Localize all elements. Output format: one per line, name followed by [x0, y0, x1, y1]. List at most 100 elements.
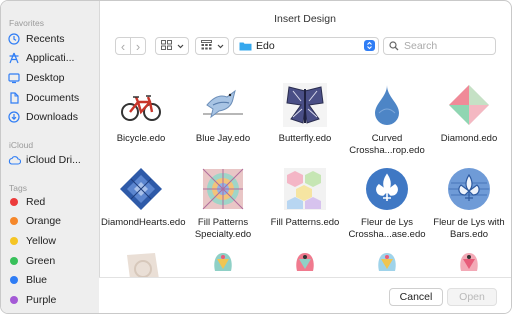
- sidebar-item-desktop[interactable]: Desktop: [7, 70, 97, 86]
- file-name: DiamondHearts.edo: [101, 217, 186, 228]
- tag-red[interactable]: Red: [7, 194, 97, 210]
- file-item[interactable]: Curved Crossha...rop.edo: [347, 83, 427, 156]
- file-name: Fleur de Lys with Bars.edo: [433, 217, 505, 240]
- design-thumbnail-icon: [127, 253, 159, 277]
- sidebar-item-label: Green: [26, 255, 56, 267]
- clock-icon: [7, 32, 21, 46]
- fleurdelys-crosshatch-thumbnail-icon: [366, 168, 408, 210]
- file-item[interactable]: Fill Patterns.edo: [265, 167, 345, 229]
- search-icon: [389, 41, 399, 51]
- group-icon: [200, 40, 212, 52]
- forward-button[interactable]: ›: [130, 37, 146, 55]
- curved-crosshatch-thumbnail-icon: [375, 85, 399, 125]
- tag-dot-icon: [10, 257, 18, 265]
- file-item[interactable]: [183, 249, 263, 277]
- sidebar-item-label: iCloud Dri...: [26, 154, 81, 166]
- file-item[interactable]: [101, 249, 181, 277]
- folder-icon: [239, 41, 252, 51]
- desktop-icon: [7, 71, 21, 85]
- location-label: Edo: [256, 40, 275, 52]
- tags-heading: Tags: [9, 183, 27, 193]
- sidebar: Favorites Recents Applicati... Desktop D…: [1, 1, 100, 313]
- file-name: Fleur de Lys Crossha...ase.edo: [348, 217, 426, 240]
- bird-thumbnail-icon: [214, 253, 232, 271]
- fleurdelys-bars-thumbnail-icon: [448, 168, 490, 210]
- cancel-button[interactable]: Cancel: [389, 288, 443, 306]
- icloud-heading: iCloud: [9, 140, 34, 150]
- dialog-footer: Cancel Open: [99, 277, 511, 313]
- open-button[interactable]: Open: [447, 288, 497, 306]
- file-item[interactable]: Fill Patterns Specialty.edo: [183, 167, 263, 240]
- fillpatterns-thumbnail-icon: [284, 168, 326, 210]
- file-item[interactable]: Fleur de Lys with Bars.edo: [429, 167, 509, 240]
- bicycle-thumbnail-icon: [121, 95, 161, 121]
- tag-dot-icon: [10, 296, 18, 304]
- sidebar-item-recents[interactable]: Recents: [7, 31, 97, 47]
- sidebar-item-label: Recents: [26, 33, 65, 45]
- sidebar-item-label: Downloads: [26, 111, 78, 123]
- file-item[interactable]: Bicycle.edo: [101, 83, 181, 145]
- sidebar-item-label: Documents: [26, 92, 80, 104]
- tag-dot-icon: [10, 217, 18, 225]
- tag-dot-icon: [10, 276, 18, 284]
- insert-design-dialog: Favorites Recents Applicati... Desktop D…: [0, 0, 512, 314]
- fillpatterns-specialty-thumbnail-icon: [202, 168, 244, 210]
- bird-thumbnail-icon: [460, 253, 478, 271]
- icon-view-button[interactable]: [155, 37, 189, 55]
- file-name: Butterfly.edo: [278, 133, 332, 144]
- file-name: Fill Patterns Specialty.edo: [194, 217, 252, 240]
- file-item[interactable]: [429, 249, 509, 277]
- file-item[interactable]: [265, 249, 345, 277]
- sidebar-item-documents[interactable]: Documents: [7, 90, 97, 106]
- search-field[interactable]: Search: [383, 37, 496, 55]
- tag-orange[interactable]: Orange: [7, 213, 97, 229]
- chevron-down-icon: [177, 41, 184, 51]
- file-item[interactable]: Blue Jay.edo: [183, 83, 263, 145]
- file-item[interactable]: [347, 249, 427, 277]
- sidebar-item-label: Applicati...: [26, 52, 75, 64]
- sidebar-item-icloud-drive[interactable]: iCloud Dri...: [7, 152, 97, 168]
- file-grid: Bicycle.edo Blue Jay.edo Butterfly.edo C…: [99, 71, 511, 277]
- sidebar-item-label: Purple: [26, 294, 57, 306]
- back-button[interactable]: ‹: [115, 37, 131, 55]
- file-name: Blue Jay.edo: [195, 133, 251, 144]
- sidebar-item-label: Blue: [26, 274, 48, 286]
- file-name: Bicycle.edo: [116, 133, 166, 144]
- cloud-icon: [7, 153, 21, 167]
- location-popup[interactable]: Edo: [233, 37, 379, 55]
- chevron-left-icon: ‹: [120, 38, 126, 54]
- sidebar-item-label: Desktop: [26, 72, 65, 84]
- diamondhearts-thumbnail-icon: [120, 168, 162, 210]
- file-item[interactable]: Diamond.edo: [429, 83, 509, 145]
- tag-purple[interactable]: Purple: [7, 292, 97, 308]
- group-button[interactable]: [195, 37, 229, 55]
- chevron-down-icon: [217, 41, 224, 51]
- tag-green[interactable]: Green: [7, 253, 97, 269]
- diamond-thumbnail-icon: [449, 85, 489, 125]
- bird-thumbnail-icon: [378, 253, 396, 271]
- search-placeholder: Search: [404, 40, 438, 52]
- bluejay-thumbnail-icon: [203, 89, 243, 119]
- tag-yellow[interactable]: Yellow: [7, 233, 97, 249]
- bird-thumbnail-icon: [296, 253, 314, 271]
- document-icon: [7, 91, 21, 105]
- file-item[interactable]: DiamondHearts.edo: [101, 167, 186, 229]
- file-name: Curved Crossha...rop.edo: [349, 133, 425, 156]
- sidebar-item-downloads[interactable]: Downloads: [7, 109, 97, 125]
- tag-blue[interactable]: Blue: [7, 272, 97, 288]
- grid-view-icon: [160, 40, 172, 52]
- file-item[interactable]: Fleur de Lys Crossha...ase.edo: [347, 167, 427, 240]
- file-name: Diamond.edo: [440, 133, 498, 144]
- tag-dot-icon: [10, 237, 18, 245]
- sidebar-item-label: Red: [26, 196, 46, 208]
- sidebar-item-label: Yellow: [26, 235, 56, 247]
- sidebar-item-applications[interactable]: Applicati...: [7, 50, 97, 66]
- sidebar-item-label: Orange: [26, 215, 62, 227]
- file-name: Fill Patterns.edo: [270, 217, 340, 228]
- butterfly-thumbnail-icon: [283, 83, 327, 127]
- applications-icon: [7, 51, 21, 65]
- tag-dot-icon: [10, 198, 18, 206]
- dialog-title: Insert Design: [274, 13, 336, 25]
- chevron-right-icon: ›: [135, 38, 141, 54]
- file-item[interactable]: Butterfly.edo: [265, 83, 345, 145]
